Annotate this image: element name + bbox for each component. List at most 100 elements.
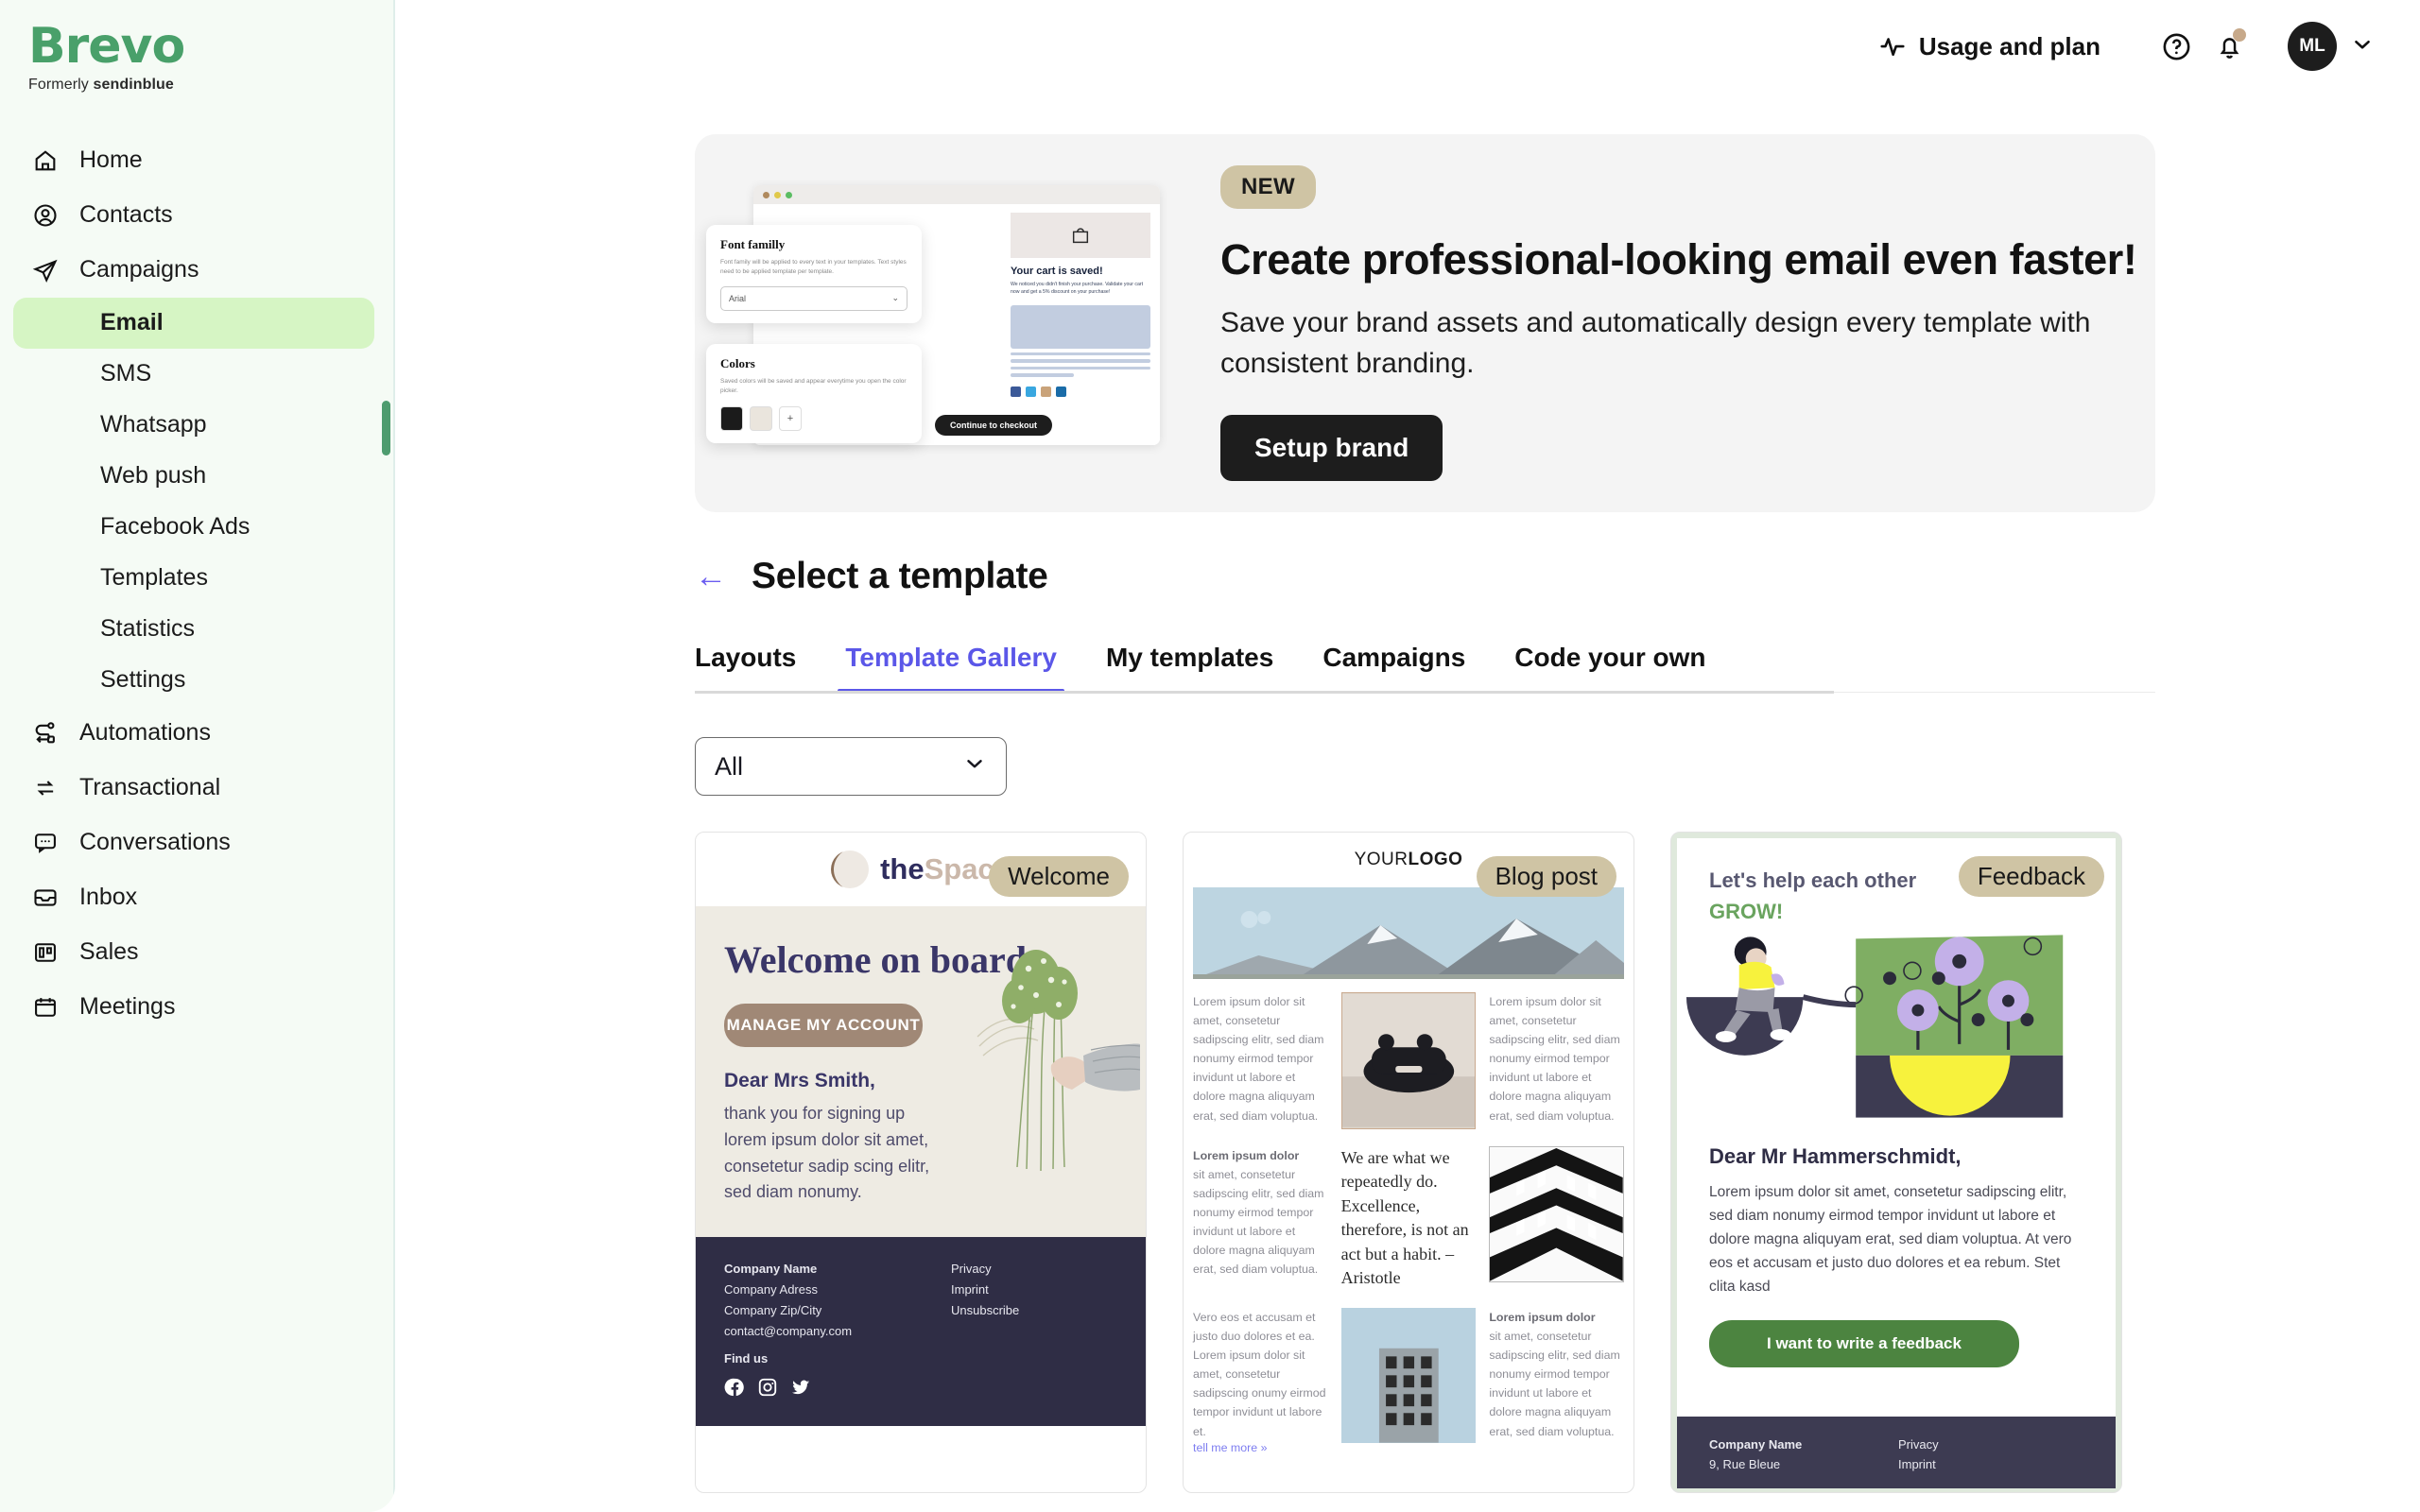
sidebar-item-email[interactable]: Email bbox=[13, 297, 374, 349]
blog-text: sit amet, consetetur sadipscing elitr, s… bbox=[1489, 1330, 1620, 1438]
sidebar-subitem-label: Settings bbox=[100, 666, 186, 694]
setup-brand-button[interactable]: Setup brand bbox=[1220, 414, 1443, 481]
inbox-icon bbox=[32, 885, 59, 911]
sidebar-item-sms[interactable]: SMS bbox=[13, 349, 374, 400]
mock-dot-2 bbox=[774, 191, 781, 198]
facebook-icon bbox=[1011, 386, 1021, 397]
sidebar-item-sales[interactable]: Sales bbox=[0, 925, 395, 980]
flowers-illustration bbox=[960, 923, 1141, 1207]
tagline-prefix: Formerly bbox=[28, 76, 89, 93]
mock-font-card-body: Font family will be applied to every tex… bbox=[720, 259, 907, 276]
footer-link[interactable]: Privacy bbox=[951, 1262, 1019, 1276]
sidebar-item-transactional[interactable]: Transactional bbox=[0, 761, 395, 816]
account-menu-button[interactable] bbox=[2350, 32, 2375, 61]
sidebar: Brevo Formerly sendinblue Home Contacts bbox=[0, 0, 395, 1512]
blog-col-text: Vero eos et accusam et justo duo dolores… bbox=[1193, 1308, 1328, 1454]
avatar[interactable]: ML bbox=[2288, 22, 2337, 71]
sidebar-item-conversations[interactable]: Conversations bbox=[0, 816, 395, 870]
bag-icon bbox=[1072, 228, 1089, 244]
footer-links-col: Privacy Imprint bbox=[1898, 1437, 1939, 1471]
pulse-icon bbox=[1880, 38, 1905, 57]
mock-checkout-button: Continue to checkout bbox=[935, 415, 1052, 436]
back-arrow-icon[interactable]: ← bbox=[695, 560, 727, 593]
notifications-button[interactable] bbox=[2203, 20, 2256, 73]
tab-code-your-own[interactable]: Code your own bbox=[1490, 643, 1730, 694]
kanban-icon bbox=[32, 939, 59, 966]
footer-link[interactable]: Imprint bbox=[951, 1282, 1019, 1297]
blog-text-bold: Lorem ipsum dolor bbox=[1489, 1310, 1596, 1324]
template-grid: Welcome theSpace Welcome on board MANAGE… bbox=[695, 832, 2155, 1493]
template-cta-button: I want to write a feedback bbox=[1709, 1319, 2019, 1367]
sidebar-item-contacts[interactable]: Contacts bbox=[0, 188, 395, 243]
sidebar-scrollbar-thumb[interactable] bbox=[382, 401, 390, 455]
tabs-divider-light bbox=[1834, 692, 2155, 693]
template-footer: Company Name Company Adress Company Zip/… bbox=[696, 1237, 1146, 1426]
blog-col-image bbox=[1340, 992, 1477, 1129]
promo-text-block: NEW Create professional-looking email ev… bbox=[1186, 165, 2137, 481]
home-icon bbox=[32, 147, 59, 174]
sidebar-subitem-label: Whatsapp bbox=[100, 411, 207, 438]
mock-dot-3 bbox=[786, 191, 792, 198]
tabs-divider bbox=[695, 691, 1834, 694]
mock-font-card: Font familly Font family will be applied… bbox=[706, 225, 922, 323]
sidebar-nav: Home Contacts Campaigns Email SMS Whatsa… bbox=[0, 133, 395, 1035]
mock-email-body: We noticed you didn't finish your purcha… bbox=[1011, 282, 1144, 295]
thespace-logo-mark bbox=[831, 850, 877, 888]
footer-address: 9, Rue Bleue bbox=[1709, 1457, 1781, 1471]
sidebar-item-templates[interactable]: Templates bbox=[13, 553, 374, 604]
avatar-initials: ML bbox=[2299, 36, 2325, 56]
category-filter-select[interactable]: All bbox=[695, 737, 1007, 796]
tab-campaigns[interactable]: Campaigns bbox=[1298, 643, 1490, 694]
logo-light: YOUR bbox=[1354, 850, 1409, 869]
sidebar-item-campaigns[interactable]: Campaigns bbox=[0, 243, 395, 298]
sidebar-item-meetings[interactable]: Meetings bbox=[0, 980, 395, 1035]
category-filter-value: All bbox=[715, 751, 744, 781]
mountain-hero-image bbox=[1193, 887, 1624, 979]
blog-col-image bbox=[1340, 1307, 1477, 1454]
mock-font-card-title: Font familly bbox=[720, 237, 786, 251]
page-title: Select a template bbox=[752, 556, 1048, 596]
usage-and-plan-button[interactable]: Usage and plan bbox=[1878, 32, 2100, 61]
grow-illustration bbox=[1677, 933, 2116, 1122]
template-card-feedback[interactable]: Feedback Let's help each other GROW! Dea… bbox=[1670, 832, 2122, 1493]
exchange-icon bbox=[32, 775, 59, 801]
sidebar-item-label: Sales bbox=[79, 938, 139, 966]
youtube-icon bbox=[1041, 386, 1051, 397]
help-button[interactable] bbox=[2150, 20, 2203, 73]
blog-col-text: Lorem ipsum dolor sit amet, consetetur s… bbox=[1193, 1146, 1328, 1291]
template-body-text: Lorem ipsum dolor sit amet, consetetur s… bbox=[1709, 1184, 2072, 1296]
template-card-welcome[interactable]: Welcome theSpace Welcome on board MANAGE… bbox=[695, 832, 1147, 1493]
footer-link[interactable]: Privacy bbox=[1898, 1437, 1939, 1452]
sidebar-item-label: Automations bbox=[79, 719, 211, 747]
template-card-blog-post[interactable]: Blog post YOURLOGO Lorem ipsum dolor sit… bbox=[1183, 832, 1634, 1493]
blog-text: Lorem ipsum dolor sit amet, consetetur s… bbox=[1193, 995, 1324, 1123]
sidebar-item-whatsapp[interactable]: Whatsapp bbox=[13, 400, 374, 451]
tab-my-templates[interactable]: My templates bbox=[1081, 643, 1298, 694]
mock-social-row bbox=[1011, 386, 1150, 397]
sidebar-item-facebook-ads[interactable]: Facebook Ads bbox=[13, 502, 374, 553]
sidebar-item-inbox[interactable]: Inbox bbox=[0, 870, 395, 925]
sidebar-item-settings[interactable]: Settings bbox=[13, 655, 374, 706]
tab-layouts[interactable]: Layouts bbox=[695, 643, 821, 694]
blog-text: Lorem ipsum dolor sit amet, consetetur s… bbox=[1489, 995, 1620, 1123]
sidebar-item-statistics[interactable]: Statistics bbox=[13, 604, 374, 655]
chevron-down-icon bbox=[962, 751, 987, 782]
sidebar-item-automations[interactable]: Automations bbox=[0, 706, 395, 761]
template-salutation: Dear Mr Hammerschmidt, bbox=[1709, 1144, 1962, 1168]
instagram-icon bbox=[758, 1378, 777, 1397]
tab-template-gallery[interactable]: Template Gallery bbox=[821, 643, 1081, 694]
footer-link[interactable]: Imprint bbox=[1898, 1457, 1939, 1471]
mock-text-line bbox=[1011, 352, 1150, 356]
footer-social-row bbox=[724, 1377, 866, 1398]
app-root: Brevo Formerly sendinblue Home Contacts bbox=[0, 0, 2420, 1512]
sidebar-item-home[interactable]: Home bbox=[0, 133, 395, 188]
blog-quote: We are what we repeatedly do. Excellence… bbox=[1340, 1147, 1469, 1288]
sidebar-item-web-push[interactable]: Web push bbox=[13, 451, 374, 502]
footer-company-name: Company Name bbox=[724, 1262, 818, 1276]
blog-text: Vero eos et accusam et justo duo dolores… bbox=[1193, 1310, 1326, 1438]
blog-read-more-link[interactable]: tell me more » bbox=[1193, 1441, 1328, 1454]
mock-text-line bbox=[1011, 359, 1150, 363]
footer-link[interactable]: Unsubscribe bbox=[951, 1303, 1019, 1317]
promo-heading: Create professional-looking email even f… bbox=[1220, 235, 2137, 284]
brand-block[interactable]: Brevo Formerly sendinblue bbox=[0, 0, 395, 94]
